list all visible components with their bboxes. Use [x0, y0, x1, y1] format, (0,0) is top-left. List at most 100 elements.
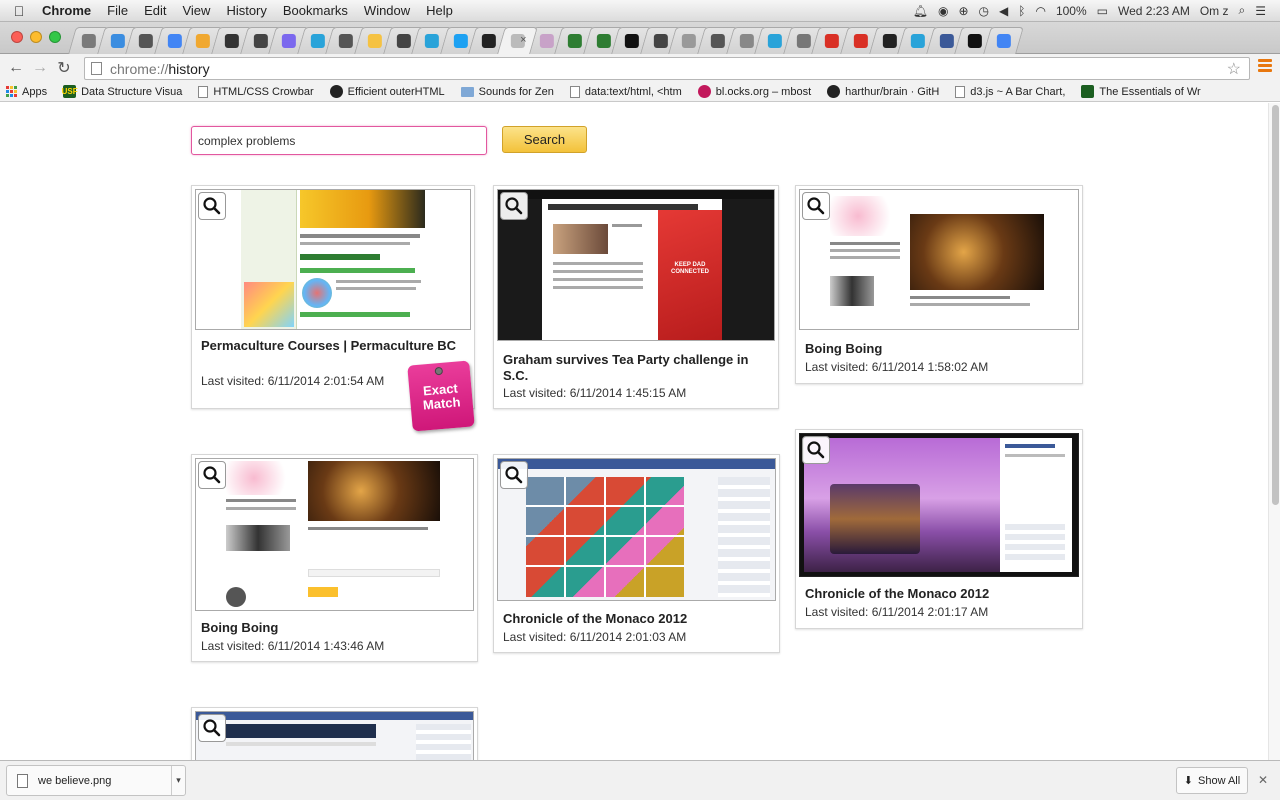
bookmark-html-css-crowbar[interactable]: HTML/CSS Crowbar — [198, 85, 314, 98]
tab-favicon-icon — [939, 34, 954, 48]
user-name[interactable]: Om z — [1200, 4, 1229, 18]
tab-favicon-icon — [81, 34, 96, 48]
tab-favicon-icon — [768, 34, 783, 48]
result-last-visited: Last visited: 6/11/2014 1:45:15 AM — [503, 386, 687, 400]
history-search-input[interactable] — [191, 126, 487, 155]
magnifier-icon[interactable] — [802, 192, 830, 220]
menu-help[interactable]: Help — [418, 3, 461, 18]
browser-toolbar: ← → ↻ chrome:// history ☆ — [0, 54, 1280, 82]
bookmark-d3-bar-chart[interactable]: d3.js ~ A Bar Chart, — [955, 85, 1066, 98]
result-title[interactable]: Permaculture Courses | Permaculture BC — [201, 338, 466, 354]
page-icon — [569, 85, 580, 98]
tabs: × — [68, 27, 1270, 54]
result-title[interactable]: Graham survives Tea Party challenge in S… — [503, 352, 770, 384]
history-result-card[interactable]: Boing Boing Last visited: 6/11/2014 1:43… — [191, 454, 478, 662]
magnifier-icon[interactable] — [198, 461, 226, 489]
window-close-button[interactable] — [11, 31, 23, 43]
bookmark-blocks-org[interactable]: bl.ocks.org – mbost — [697, 85, 812, 98]
magnifier-icon[interactable] — [802, 436, 830, 464]
tab-favicon-icon — [625, 34, 640, 48]
menu-bookmarks[interactable]: Bookmarks — [275, 3, 356, 18]
search-button[interactable]: Search — [502, 126, 587, 153]
window-zoom-button[interactable] — [49, 31, 61, 43]
window-minimize-button[interactable] — [30, 31, 42, 43]
magnifier-icon[interactable] — [198, 192, 226, 220]
menu-edit[interactable]: Edit — [136, 3, 174, 18]
forward-arrow-icon[interactable]: → — [28, 59, 52, 77]
tab-favicon-icon — [653, 34, 668, 48]
bookmark-apps[interactable]: Apps — [6, 86, 47, 98]
show-all-downloads-button[interactable]: ⬇ Show All — [1176, 767, 1248, 794]
menu-history[interactable]: History — [218, 3, 274, 18]
menu-file[interactable]: File — [99, 3, 136, 18]
bookmark-data-text-html[interactable]: data:text/html, <htm — [569, 85, 682, 98]
chrome-menu-icon[interactable] — [1258, 59, 1272, 74]
tab-favicon-icon — [682, 34, 697, 48]
result-title[interactable]: Chronicle of the Monaco 2012 — [503, 611, 771, 627]
result-last-visited: Last visited: 6/11/2014 2:01:17 AM — [805, 605, 989, 619]
volume-icon[interactable]: ◀ — [999, 4, 1008, 18]
tab-close-icon[interactable]: × — [520, 34, 526, 46]
bookmark-label: d3.js ~ A Bar Chart, — [970, 85, 1066, 98]
battery-percent: 100% — [1055, 3, 1087, 18]
spotlight-icon[interactable]: ⌕ — [1239, 3, 1246, 18]
bookmark-star-icon[interactable]: ☆ — [1227, 59, 1241, 79]
wifi-icon[interactable]: ◠ — [1035, 4, 1045, 18]
bluetooth-icon[interactable]: ᛒ — [1018, 4, 1025, 18]
result-last-visited: Last visited: 6/11/2014 2:01:03 AM — [503, 630, 687, 644]
time-machine-icon[interactable]: ◷ — [979, 4, 989, 18]
accessibility-icon[interactable]: ⊕ — [958, 4, 968, 18]
tab-favicon-icon — [310, 34, 325, 48]
magnifier-icon[interactable] — [500, 461, 528, 489]
bookmark-essentials-of-writing[interactable]: The Essentials of Wr — [1081, 85, 1201, 98]
tab-favicon-icon — [739, 34, 754, 48]
result-last-visited: Last visited: 6/11/2014 1:43:46 AM — [201, 639, 385, 653]
bookmark-label: The Essentials of Wr — [1099, 85, 1201, 98]
menu-view[interactable]: View — [174, 3, 218, 18]
tab-favicon-icon — [396, 34, 411, 48]
browser-tab[interactable] — [983, 27, 1024, 54]
magnifier-icon[interactable] — [500, 192, 528, 220]
bookmark-efficient-outerhtml[interactable]: Efficient outerHTML — [329, 85, 445, 98]
menu-window[interactable]: Window — [356, 3, 418, 18]
menu-chrome[interactable]: Chrome — [38, 3, 99, 18]
magnifier-icon[interactable] — [198, 714, 226, 742]
record-icon[interactable]: ◉ — [938, 4, 948, 18]
page-icon — [91, 62, 102, 75]
tab-favicon-icon — [253, 34, 268, 48]
bookmark-data-structure-visualizations[interactable]: USF Data Structure Visua — [62, 85, 182, 98]
result-title[interactable]: Boing Boing — [201, 620, 469, 636]
tab-favicon-icon — [796, 34, 811, 48]
result-title[interactable]: Chronicle of the Monaco 2012 — [805, 586, 1074, 602]
battery-icon[interactable]: ▭ — [1097, 4, 1108, 18]
download-arrow-icon: ⬇ — [1183, 775, 1193, 787]
download-item[interactable]: we believe.png ▾ — [6, 765, 186, 796]
back-arrow-icon[interactable]: ← — [4, 59, 28, 77]
history-result-card[interactable]: Chronicle of the Monaco 2012 Last visite… — [795, 429, 1083, 629]
notification-icon[interactable]: 🔔︎ — [913, 4, 928, 18]
result-title[interactable]: Boing Boing — [805, 341, 1074, 357]
clock[interactable]: Wed 2:23 AM — [1118, 4, 1190, 18]
bookmark-sounds-for-zen[interactable]: Sounds for Zen — [460, 85, 554, 98]
bookmark-label: Sounds for Zen — [478, 85, 554, 98]
dropdown-caret-icon[interactable]: ▾ — [171, 766, 185, 795]
result-last-visited: Last visited: 6/11/2014 1:58:02 AM — [805, 360, 989, 374]
reload-icon[interactable]: ↻ — [52, 58, 76, 78]
tab-favicon-icon — [539, 34, 554, 48]
page-scrollbar[interactable] — [1268, 103, 1280, 760]
tab-favicon-icon — [424, 34, 439, 48]
history-result-card[interactable]: KEEP DAD CONNECTED Graham survives Tea P… — [493, 185, 779, 409]
close-download-shelf-icon[interactable]: ✕ — [1258, 773, 1268, 787]
history-result-card[interactable] — [191, 707, 478, 760]
tab-favicon-icon — [110, 34, 125, 48]
bookmark-label: bl.ocks.org – mbost — [715, 85, 812, 98]
address-bar[interactable]: chrome:// history ☆ — [84, 57, 1250, 80]
history-result-card[interactable]: Boing Boing Last visited: 6/11/2014 1:58… — [795, 185, 1083, 384]
notification-center-icon[interactable]: ☰ — [1255, 4, 1266, 18]
apple-menu-icon[interactable]:  — [0, 3, 38, 19]
history-result-card[interactable]: Chronicle of the Monaco 2012 Last visite… — [493, 454, 780, 653]
bookmark-harthur-brain[interactable]: harthur/brain · GitH — [827, 85, 939, 98]
tab-favicon-icon — [367, 34, 382, 48]
download-shelf: we believe.png ▾ ⬇ Show All ✕ — [0, 760, 1280, 800]
scrollbar-thumb[interactable] — [1272, 105, 1279, 505]
